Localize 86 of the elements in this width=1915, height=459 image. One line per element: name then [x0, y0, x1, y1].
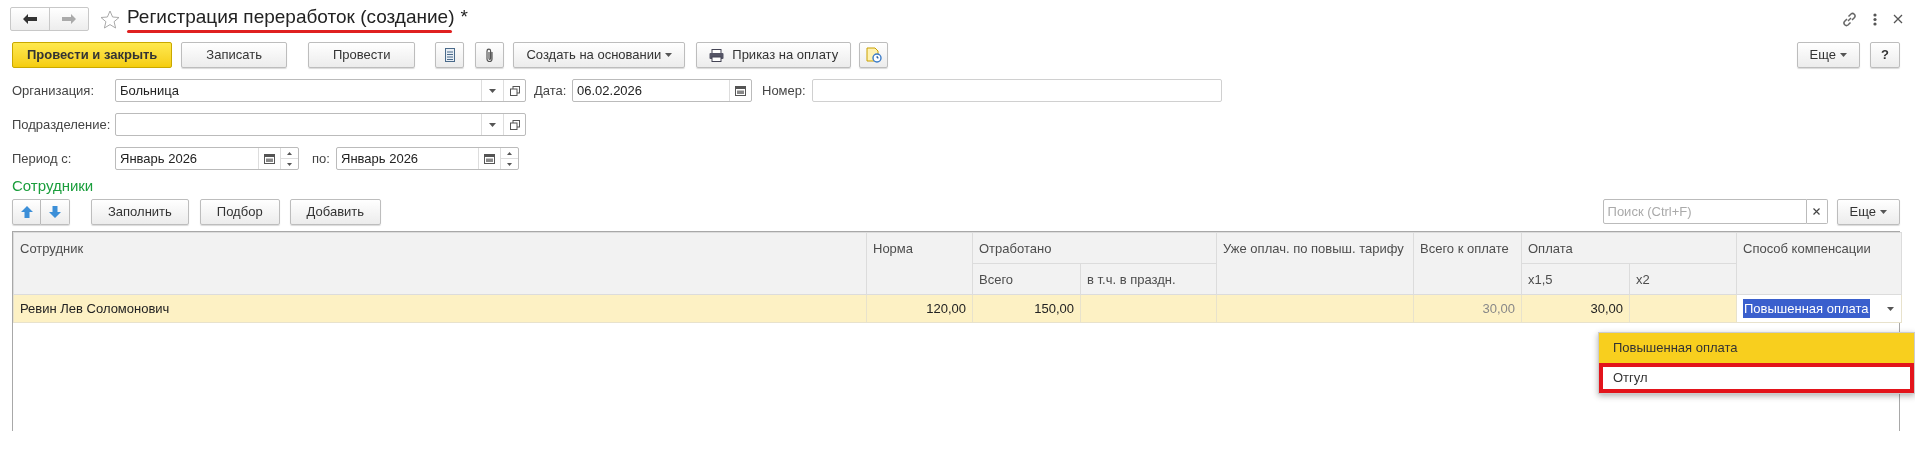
- caret-icon: [1880, 209, 1887, 214]
- paperclip-icon: [484, 47, 495, 63]
- field-value: Январь 2026: [340, 149, 420, 168]
- post-and-close-button[interactable]: Провести и закрыть: [12, 42, 173, 68]
- caret-icon: [665, 53, 673, 57]
- caret-icon: [1840, 53, 1848, 57]
- help-button[interactable]: ?: [1870, 42, 1900, 68]
- more-vertical-icon: [1873, 12, 1877, 26]
- report-button[interactable]: [859, 42, 889, 68]
- move-up-button[interactable]: [12, 198, 41, 225]
- date-field[interactable]: 06.02.2026: [572, 79, 752, 102]
- field-label: Подразделение:: [12, 115, 112, 134]
- table-cell[interactable]: Повышенная оплата: [1743, 298, 1870, 319]
- field-value: 06.02.2026: [576, 81, 644, 100]
- spin-up-icon: [507, 151, 512, 155]
- open-icon: [509, 85, 520, 96]
- calendar-icon: [264, 153, 275, 164]
- close-icon: [1893, 14, 1903, 24]
- column-header: x2: [1636, 272, 1650, 287]
- table-cell: 30,00: [1590, 300, 1623, 316]
- table-cell: 150,00: [1034, 300, 1074, 316]
- field-label: Номер:: [762, 81, 807, 100]
- table-cell: Ревин Лев Соломонович: [20, 300, 170, 316]
- caret-icon: [489, 122, 496, 127]
- structure-button[interactable]: [435, 42, 465, 68]
- spin-down-icon: [287, 162, 292, 166]
- spin-up-icon: [287, 151, 292, 155]
- clear-icon: [1813, 208, 1821, 215]
- toolbar-button[interactable]: Записать: [181, 42, 287, 68]
- column-header: Способ компенсации: [1743, 241, 1871, 256]
- print-order-button[interactable]: Приказ на оплату: [696, 42, 852, 68]
- printer-icon: [709, 48, 725, 62]
- field-value: Больница: [119, 81, 180, 100]
- column-header: в т.ч. в праздн.: [1087, 272, 1176, 287]
- column-header: Сотрудник: [20, 241, 84, 256]
- document-clock-icon: [865, 47, 882, 63]
- attach-button[interactable]: [475, 42, 505, 68]
- column-header: Уже оплач. по повыш. тарифу: [1223, 241, 1404, 256]
- column-header: Всего к оплате: [1420, 241, 1509, 256]
- caret-icon: [489, 88, 496, 93]
- calendar-icon: [484, 153, 495, 164]
- window-title: Регистрация переработок (создание): [127, 5, 455, 29]
- spin-down-icon: [507, 162, 512, 166]
- field-label: Период с:: [12, 149, 73, 168]
- column-header: Оплата: [1528, 241, 1573, 256]
- clear-search-button[interactable]: [1806, 199, 1828, 224]
- up-arrow-icon: [20, 205, 33, 218]
- modified-mark: *: [460, 5, 468, 29]
- down-arrow-icon: [49, 205, 61, 218]
- table-toolbar-button[interactable]: Заполнить: [91, 198, 189, 225]
- caret-icon: [1886, 306, 1894, 311]
- more-button[interactable]: Еще: [1796, 42, 1861, 68]
- field-label: по:: [312, 149, 331, 168]
- field-label: Организация:: [12, 81, 96, 100]
- period-end-field[interactable]: Январь 2026: [336, 147, 519, 170]
- favorite-star-button[interactable]: [99, 8, 121, 30]
- open-icon: [509, 119, 520, 130]
- search-field[interactable]: Поиск (Ctrl+F): [1602, 199, 1807, 224]
- number-field[interactable]: [812, 79, 1222, 102]
- subdivision-field[interactable]: [115, 113, 526, 136]
- field-label: Дата:: [534, 81, 568, 100]
- dropdown-option[interactable]: Отгул: [1599, 363, 1914, 393]
- period-start-field[interactable]: Январь 2026: [115, 147, 299, 170]
- calendar-icon: [735, 85, 746, 96]
- create-based-on-button[interactable]: Создать на основании: [513, 42, 686, 68]
- table-cell: 30,00: [1482, 300, 1515, 316]
- move-down-button[interactable]: [41, 198, 70, 225]
- table-cell: 120,00: [926, 300, 966, 316]
- field-value: Январь 2026: [119, 149, 199, 168]
- column-header: Отработано: [979, 241, 1052, 256]
- table-row[interactable]: Ревин Лев Соломонович 120,00 150,00 30,00 30,00 Повышенная оплата: [13, 294, 1902, 323]
- organization-field[interactable]: Больница: [115, 79, 526, 102]
- column-header: Всего: [979, 272, 1014, 287]
- dropdown-option[interactable]: Повышенная оплата: [1599, 333, 1914, 363]
- star-icon: [100, 9, 120, 29]
- list-icon: [444, 48, 455, 62]
- column-header: x1,5: [1528, 272, 1553, 287]
- toolbar-button[interactable]: Провести: [307, 42, 416, 68]
- column-header: Норма: [873, 241, 913, 256]
- more-button[interactable]: Еще: [1836, 198, 1900, 225]
- table-toolbar-button[interactable]: Подбор: [199, 198, 280, 225]
- section-title: Сотрудники: [11, 176, 95, 196]
- left-arrow-icon: [23, 14, 37, 24]
- right-arrow-icon: [62, 14, 76, 24]
- table-toolbar-button[interactable]: Добавить: [289, 198, 382, 225]
- link-icon: [1842, 11, 1857, 27]
